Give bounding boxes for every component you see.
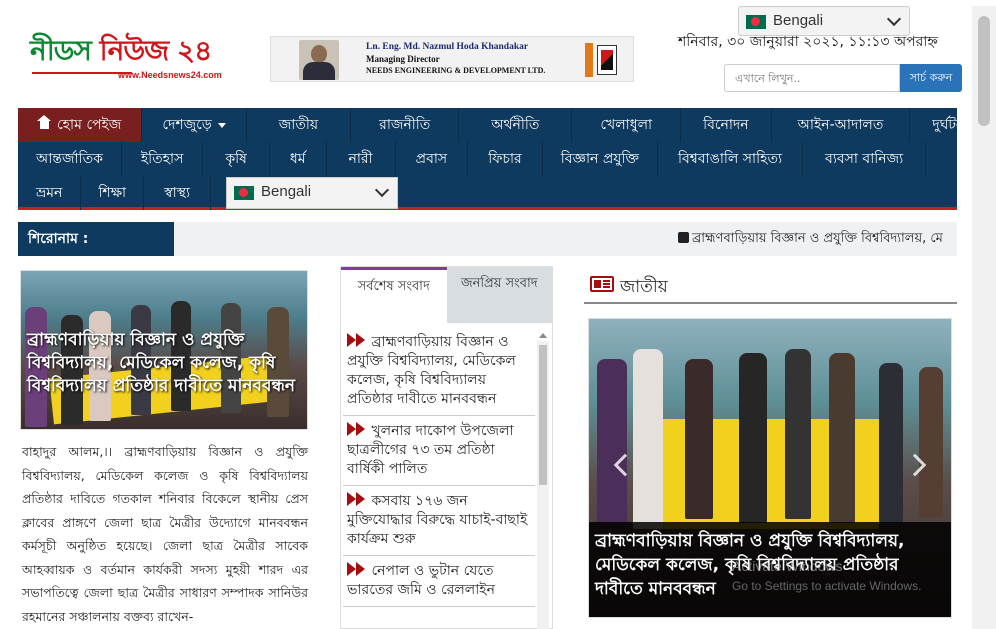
nav-item-home[interactable]: হোম পেইজ — [18, 108, 143, 142]
list-scrollbar[interactable] — [537, 333, 549, 629]
language-select-nav[interactable]: Bengali — [226, 177, 398, 209]
nav-item-krishi[interactable]: কৃষি — [203, 142, 270, 176]
news-tabs-panel: সর্বশেষ সংবাদ জনপ্রিয় সংবাদ ব্রাহ্মণবাড… — [340, 266, 553, 629]
ticker-label: শিরোনাম : — [18, 222, 174, 256]
lead-story-headline[interactable]: ব্রাহ্মণবাড়িয়ায় বিজ্ঞান ও প্রযুক্তি ব… — [27, 329, 307, 398]
tab-latest[interactable]: সর্বশেষ সংবাদ — [341, 267, 447, 323]
nav-row-2: আন্তর্জাতিক ইতিহাস কৃষি ধর্ম নারী প্রবাস… — [18, 142, 927, 176]
logo-url: www.Needsnews24.com — [118, 70, 222, 80]
windows-activation-watermark: Activate Windows Go to Settings to activ… — [732, 558, 922, 593]
nav-item-antorjatik[interactable]: আন্তর্জাতিক — [18, 142, 122, 176]
nav-item-ain-adalot[interactable]: আইন-আদালত — [772, 108, 911, 142]
ticker-headline[interactable]: ব্রাহ্মণবাড়িয়ায় বিজ্ঞান ও প্রযুক্তি ব… — [678, 222, 943, 256]
scroll-up-icon[interactable] — [539, 333, 547, 338]
home-icon — [37, 115, 51, 130]
ad-banner[interactable]: Ln. Eng. Md. Nazmul Hoda Khandakar Manag… — [270, 36, 634, 82]
page-scroll-thumb[interactable] — [978, 16, 990, 126]
main-nav: হোম পেইজ দেশজুড়ে জাতীয় রাজনীতি অর্থনীত… — [18, 108, 992, 210]
double-arrow-icon — [347, 333, 367, 347]
ad-company-logo — [585, 43, 617, 77]
double-arrow-icon — [347, 422, 367, 436]
page: নীডস নিউজ ২৪ www.Needsnews24.com Ln. Eng… — [0, 0, 996, 629]
lead-story-body: বাহাদুর আলম,।। ব্রাহ্মণবাড়িয়ায় বিজ্ঞা… — [22, 444, 308, 624]
double-arrow-icon — [347, 492, 367, 506]
square-bullet-icon — [678, 232, 689, 243]
nav-item-biggan[interactable]: বিজ্ঞান প্রযুক্তি — [543, 142, 658, 176]
list-item[interactable]: খুলনার দাকোপ উপজেলা ছাত্রলীগের ৭৩ তম প্র… — [343, 416, 535, 486]
nav-item-dhormo[interactable]: ধর্ম — [270, 142, 327, 176]
nav-item-itihas[interactable]: ইতিহাস — [122, 142, 204, 176]
latest-news-list: ব্রাহ্মণবাড়িয়ায় বিজ্ঞান ও প্রযুক্তি ব… — [343, 327, 535, 607]
ad-text: Ln. Eng. Md. Nazmul Hoda Khandakar Manag… — [366, 42, 546, 75]
double-arrow-icon — [347, 562, 367, 576]
nav-item-shasthyo[interactable]: স্বাস্থ্য — [144, 176, 212, 210]
nav-item-feature[interactable]: ফিচার — [468, 142, 543, 176]
nav-row-1: হোম পেইজ দেশজুড়ে জাতীয় রাজনীতি অর্থনীত… — [18, 108, 992, 142]
list-item[interactable]: কসবায় ১৭৬ জন মুক্তিযোদ্ধার বিরুদ্ধে যাচ… — [343, 486, 535, 556]
language-label: Bengali — [773, 12, 824, 29]
logo-wordmark: নীডস নিউজ ২৪ — [30, 34, 212, 67]
nav-item-binodon[interactable]: বিনোদন — [681, 108, 772, 142]
list-item[interactable]: নেপাল ও ভুটান যেতে ভারতের জমি ও রেললাইন — [343, 556, 535, 607]
headline-ticker: শিরোনাম : ব্রাহ্মণবাড়িয়ায় বিজ্ঞান ও প… — [18, 222, 957, 256]
search-button[interactable]: সার্চ করুন — [900, 64, 962, 92]
nav-row-3: ভ্রমন শিক্ষা স্বাস্থ্য — [18, 176, 212, 210]
scroll-thumb[interactable] — [539, 345, 547, 485]
nav-item-rajniti[interactable]: রাজনীতি — [351, 108, 460, 142]
nav-item-jatiyo[interactable]: জাতীয় — [247, 108, 352, 142]
chevron-down-icon — [374, 182, 390, 198]
nav-item-bebsa[interactable]: ব্যবসা বানিজ্য — [803, 142, 927, 176]
language-select-top[interactable]: Bengali — [738, 6, 910, 36]
language-label: Bengali — [261, 183, 312, 200]
nav-item-khela[interactable]: খেলাধুলা — [572, 108, 682, 142]
logo-underline — [32, 72, 132, 74]
lead-story-image[interactable]: ব্রাহ্মণবাড়িয়ায় বিজ্ঞান ও প্রযুক্তি ব… — [20, 270, 308, 430]
lead-story: ব্রাহ্মণবাড়িয়ায় বিজ্ঞান ও প্রযুক্তি ব… — [18, 268, 310, 629]
newspaper-icon — [590, 276, 614, 292]
bangladesh-flag-icon — [746, 15, 766, 29]
page-scrollbar[interactable] — [972, 6, 996, 629]
nav-item-deshjure[interactable]: দেশজুড়ে — [142, 108, 247, 142]
search-form: সার্চ করুন — [724, 64, 962, 92]
section-title[interactable]: জাতীয় — [620, 274, 668, 302]
search-input[interactable] — [724, 64, 900, 92]
nav-item-shikkha[interactable]: শিক্ষা — [81, 176, 145, 210]
nav-item-orthoniti[interactable]: অর্থনীতি — [459, 108, 573, 142]
ad-portrait-image — [299, 40, 339, 80]
nav-item-bhromon[interactable]: ভ্রমন — [18, 176, 82, 210]
bangladesh-flag-icon — [234, 186, 254, 200]
nav-item-probash[interactable]: প্রবাস — [396, 142, 469, 176]
section-header: জাতীয় — [584, 268, 957, 304]
chevron-down-icon — [886, 11, 902, 27]
nav-item-bishwobangali[interactable]: বিশ্ববাঙালি সাহিত্য — [658, 142, 804, 176]
tab-popular[interactable]: জনপ্রিয় সংবাদ — [446, 267, 552, 323]
site-logo[interactable]: নীডস নিউজ ২৪ www.Needsnews24.com — [30, 36, 230, 84]
news-tabs: সর্বশেষ সংবাদ জনপ্রিয় সংবাদ — [341, 267, 552, 323]
caret-down-icon — [217, 122, 226, 128]
nav-item-nari[interactable]: নারী — [327, 142, 396, 176]
list-item[interactable]: ব্রাহ্মণবাড়িয়ায় বিজ্ঞান ও প্রযুক্তি ব… — [343, 327, 535, 416]
